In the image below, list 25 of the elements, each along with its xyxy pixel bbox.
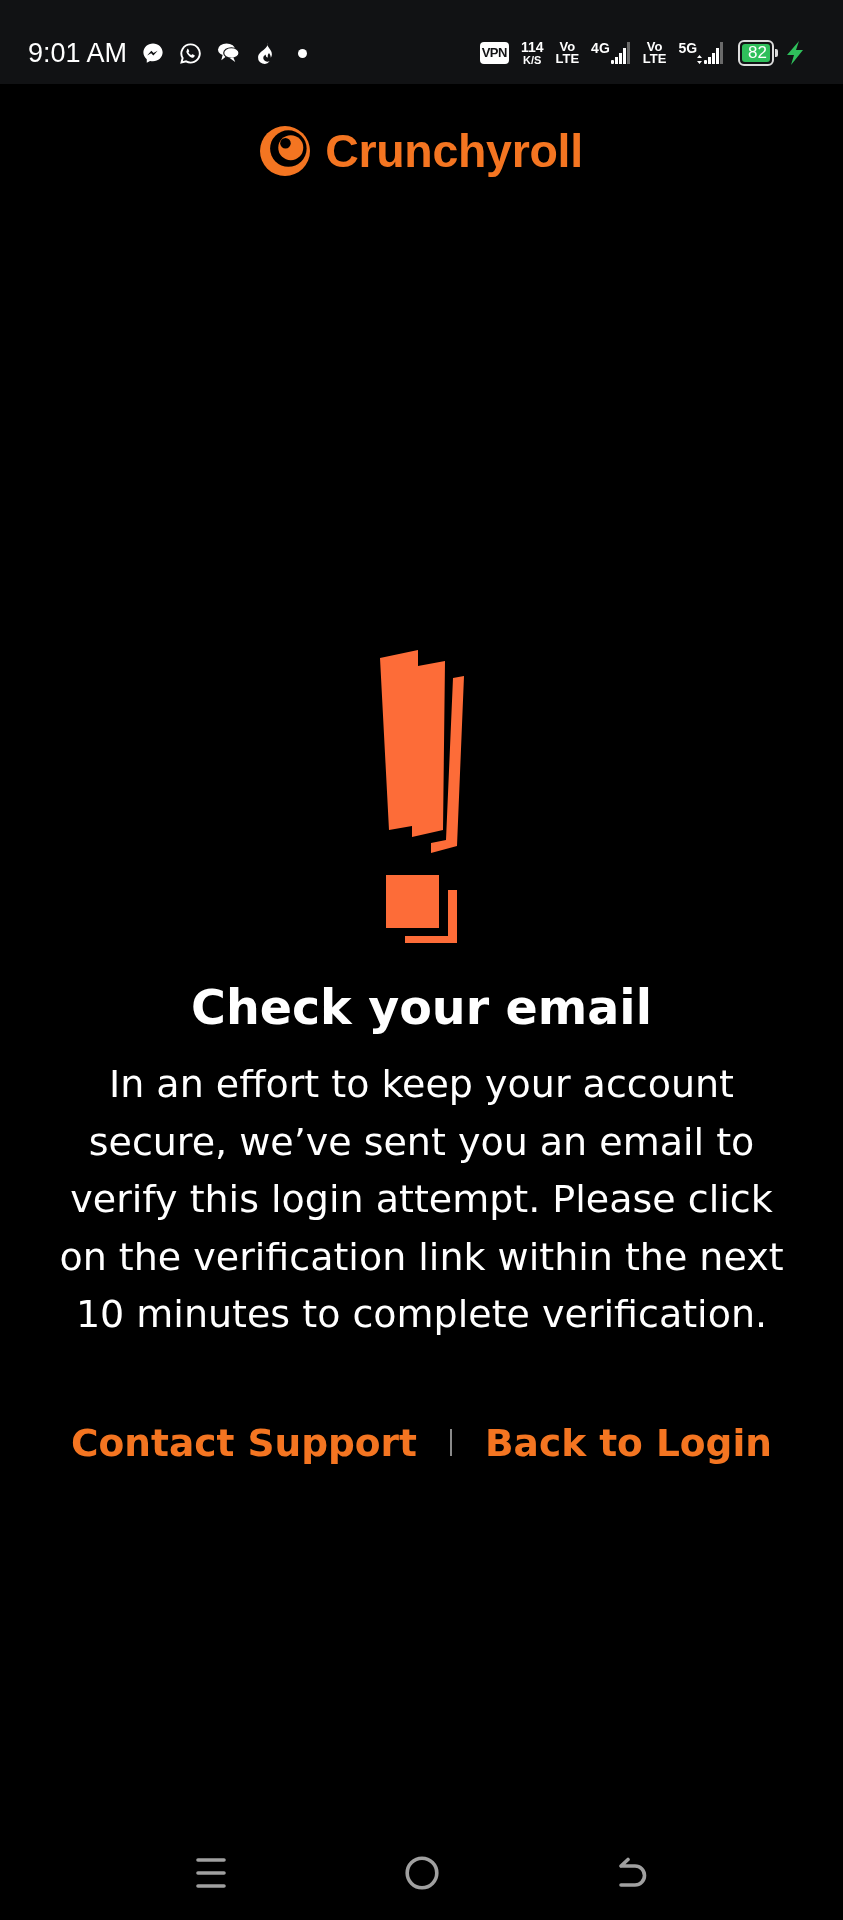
volte-label: Vo bbox=[559, 41, 576, 53]
volte-label: LTE bbox=[555, 53, 580, 65]
home-circle-icon[interactable] bbox=[404, 1856, 439, 1890]
network-speed-value: 114 bbox=[520, 40, 544, 54]
network-generation-text: 4G bbox=[591, 41, 610, 55]
volte-label: Vo bbox=[646, 41, 663, 53]
network-speed-unit: K/S bbox=[523, 54, 542, 66]
back-arrow-icon[interactable] bbox=[617, 1857, 648, 1889]
menu-icon[interactable] bbox=[195, 1857, 226, 1889]
logo-icon bbox=[260, 126, 311, 176]
text-link[interactable]: Contact Support bbox=[71, 1417, 418, 1468]
volte-label: LTE bbox=[642, 53, 667, 65]
speech-bubbles-icon bbox=[217, 42, 241, 64]
flame-icon bbox=[255, 42, 275, 64]
dot-icon bbox=[298, 48, 308, 58]
network-generation-text: 5G bbox=[678, 41, 698, 55]
phone-bubble-icon bbox=[179, 41, 203, 65]
text-link[interactable]: Back to Login bbox=[485, 1417, 772, 1468]
clock-time: 9:01 AM bbox=[28, 38, 128, 68]
zigzag-bubble-icon bbox=[142, 42, 165, 64]
vpn-indicator: VPN bbox=[479, 42, 509, 64]
battery-percentage-text: 82 bbox=[748, 44, 767, 62]
logo-wordmark: Crunchyroll bbox=[325, 124, 583, 178]
message-body: In an effort to keep your account secure, we’ve sent you an email to verify this login attempt. Please click on the verification link within the next 10 minutes to complete verification. bbox=[58, 1061, 785, 1338]
message-title: Check your email bbox=[191, 979, 652, 1037]
